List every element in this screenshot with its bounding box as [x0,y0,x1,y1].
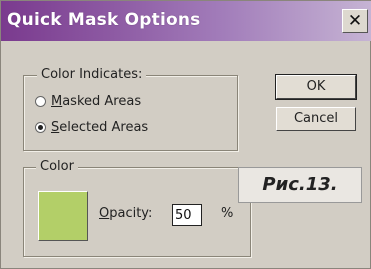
masked-areas-radio[interactable] [35,96,46,107]
title-bar[interactable]: Quick Mask Options ✕ [1,1,371,41]
opacity-input[interactable] [172,204,202,226]
close-icon: ✕ [347,11,363,31]
color-swatch[interactable] [38,191,88,241]
quick-mask-options-dialog: Quick Mask Options ✕ Color Indicates: Ma… [0,0,371,269]
percent-label: % [221,206,234,221]
figure-caption-box: Рис.13. [238,167,362,203]
color-legend: Color [36,158,78,176]
masked-areas-option[interactable]: Masked Areas [35,94,141,109]
cancel-button[interactable]: Cancel [276,107,356,131]
close-button[interactable]: ✕ [342,9,368,33]
selected-areas-option[interactable]: Selected Areas [35,120,148,135]
selected-areas-radio[interactable] [35,122,46,133]
figure-caption: Рис.13. [262,174,338,195]
color-indicates-legend: Color Indicates: [37,66,147,84]
selected-areas-label: Selected Areas [51,120,149,135]
window-title: Quick Mask Options [7,10,201,30]
color-indicates-group: Color Indicates: Masked Areas Selected A… [23,66,238,151]
masked-areas-label: Masked Areas [51,94,142,109]
opacity-label: Opacity: [99,206,153,221]
ok-button[interactable]: OK [275,74,357,100]
